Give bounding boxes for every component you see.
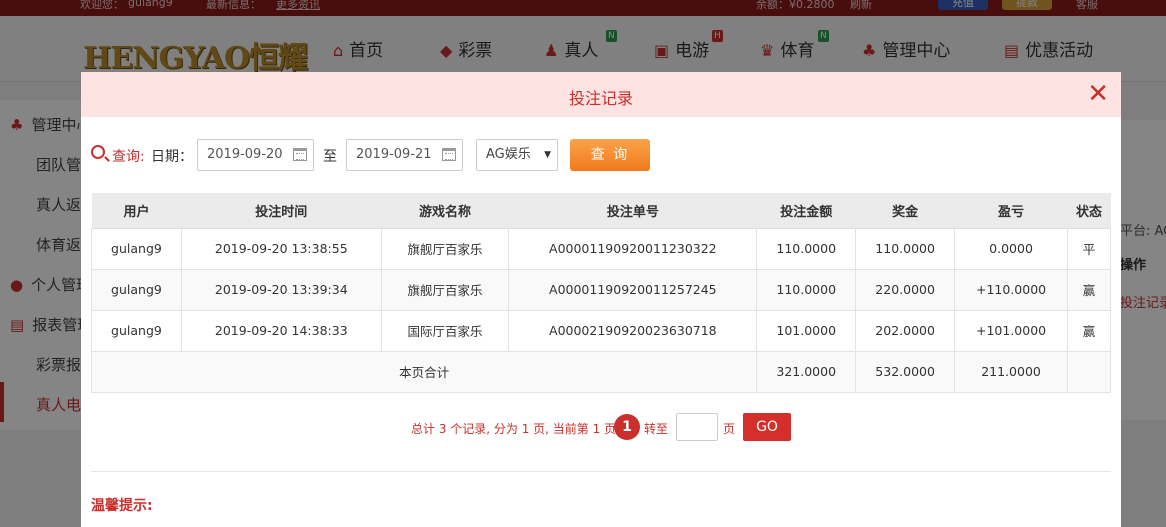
col-order-number: 投注单号: [508, 193, 757, 229]
end-date-input[interactable]: 2019-09-21: [346, 139, 463, 171]
cell-bonus: 220.0000: [855, 268, 956, 311]
go-button[interactable]: GO: [743, 413, 791, 441]
cell-user: gulang9: [91, 309, 182, 352]
calendar-icon[interactable]: [442, 148, 456, 161]
table-row: gulang9 2019-09-20 13:38:55 旗舰厅百家乐 A0000…: [91, 227, 1111, 270]
start-date-input[interactable]: 2019-09-20: [197, 139, 314, 171]
table-row: gulang9 2019-09-20 13:39:34 旗舰厅百家乐 A0000…: [91, 268, 1111, 311]
table-header-row: 用户 投注时间 游戏名称 投注单号 投注金额 奖金 盈亏 状态: [91, 193, 1111, 229]
calendar-icon[interactable]: [293, 148, 307, 161]
search-icon: [91, 145, 105, 159]
cell-status: 赢: [1067, 309, 1111, 352]
page-number-input[interactable]: [676, 413, 718, 441]
table-row: gulang9 2019-09-20 14:38:33 国际厅百家乐 A0000…: [91, 309, 1111, 352]
caret-down-icon: ▼: [544, 150, 551, 160]
goto-label: 转至: [644, 422, 669, 436]
query-button[interactable]: 查 询: [570, 139, 650, 171]
cell-status: 赢: [1067, 268, 1111, 311]
cell-game: 国际厅百家乐: [380, 309, 510, 352]
subtotal-amount: 321.0000: [756, 350, 857, 393]
tips-heading: 温馨提示:: [91, 498, 153, 514]
close-icon[interactable]: ✕: [1087, 80, 1109, 108]
modal-header: 投注记录 ✕: [81, 72, 1121, 117]
cell-amount: 110.0000: [756, 227, 857, 270]
bet-records-table: 用户 投注时间 游戏名称 投注单号 投注金额 奖金 盈亏 状态 gulang9 …: [90, 193, 1111, 393]
modal-title: 投注记录: [568, 89, 633, 108]
cell-amount: 101.0000: [756, 309, 857, 352]
cell-game: 旗舰厅百家乐: [380, 227, 510, 270]
cell-time: 2019-09-20 13:38:55: [180, 227, 382, 270]
cell-status: 平: [1067, 227, 1111, 270]
col-profit: 盈亏: [954, 193, 1068, 229]
cell-profit: +110.0000: [954, 268, 1068, 311]
bet-record-modal: 投注记录 ✕ 查询: 日期： 2019-09-20 至 2019-09-21 A…: [81, 72, 1121, 527]
cell-order: A00001190920011230322: [508, 227, 758, 270]
subtotal-bonus: 532.0000: [855, 350, 956, 393]
divider: [91, 471, 1111, 472]
cell-bonus: 202.0000: [855, 309, 956, 352]
pagination: 总计 3 个记录, 分为 1 页, 当前第 1 页 1 转至 页 GO: [81, 413, 1121, 441]
cell-user: gulang9: [91, 227, 182, 270]
col-game-name: 游戏名称: [381, 193, 509, 229]
cell-order: A00001190920011257245: [508, 268, 758, 311]
to-label: 至: [323, 149, 337, 165]
pagination-summary: 总计 3 个记录, 分为 1 页, 当前第 1 页: [411, 422, 617, 436]
page-unit-label: 页: [723, 422, 736, 436]
col-bet-amount: 投注金额: [756, 193, 856, 229]
subtotal-profit: 211.0000: [954, 350, 1068, 393]
cell-time: 2019-09-20 13:39:34: [180, 268, 382, 311]
cell-user: gulang9: [91, 268, 182, 311]
cell-game: 旗舰厅百家乐: [380, 268, 510, 311]
cell-order: A00002190920023630718: [508, 309, 758, 352]
subtotal-status: [1067, 350, 1111, 393]
col-bet-time: 投注时间: [181, 193, 382, 229]
cell-amount: 110.0000: [756, 268, 857, 311]
page-number-current[interactable]: 1: [614, 414, 640, 440]
col-bonus: 奖金: [855, 193, 955, 229]
date-label: 日期：: [151, 149, 193, 165]
cell-bonus: 110.0000: [855, 227, 956, 270]
cell-profit: 0.0000: [954, 227, 1068, 270]
col-status: 状态: [1067, 193, 1111, 229]
cell-profit: +101.0000: [954, 309, 1068, 352]
query-label: 查询:: [112, 149, 145, 165]
col-user: 用户: [91, 193, 182, 229]
platform-select[interactable]: AG娱乐 ▼: [476, 139, 558, 171]
cell-time: 2019-09-20 14:38:33: [180, 309, 382, 352]
query-bar: 查询: 日期： 2019-09-20 至 2019-09-21 AG娱乐 ▼ 查…: [91, 139, 1111, 171]
subtotal-row: 本页合计 321.0000 532.0000 211.0000: [90, 350, 1111, 393]
subtotal-label: 本页合计: [90, 350, 758, 393]
